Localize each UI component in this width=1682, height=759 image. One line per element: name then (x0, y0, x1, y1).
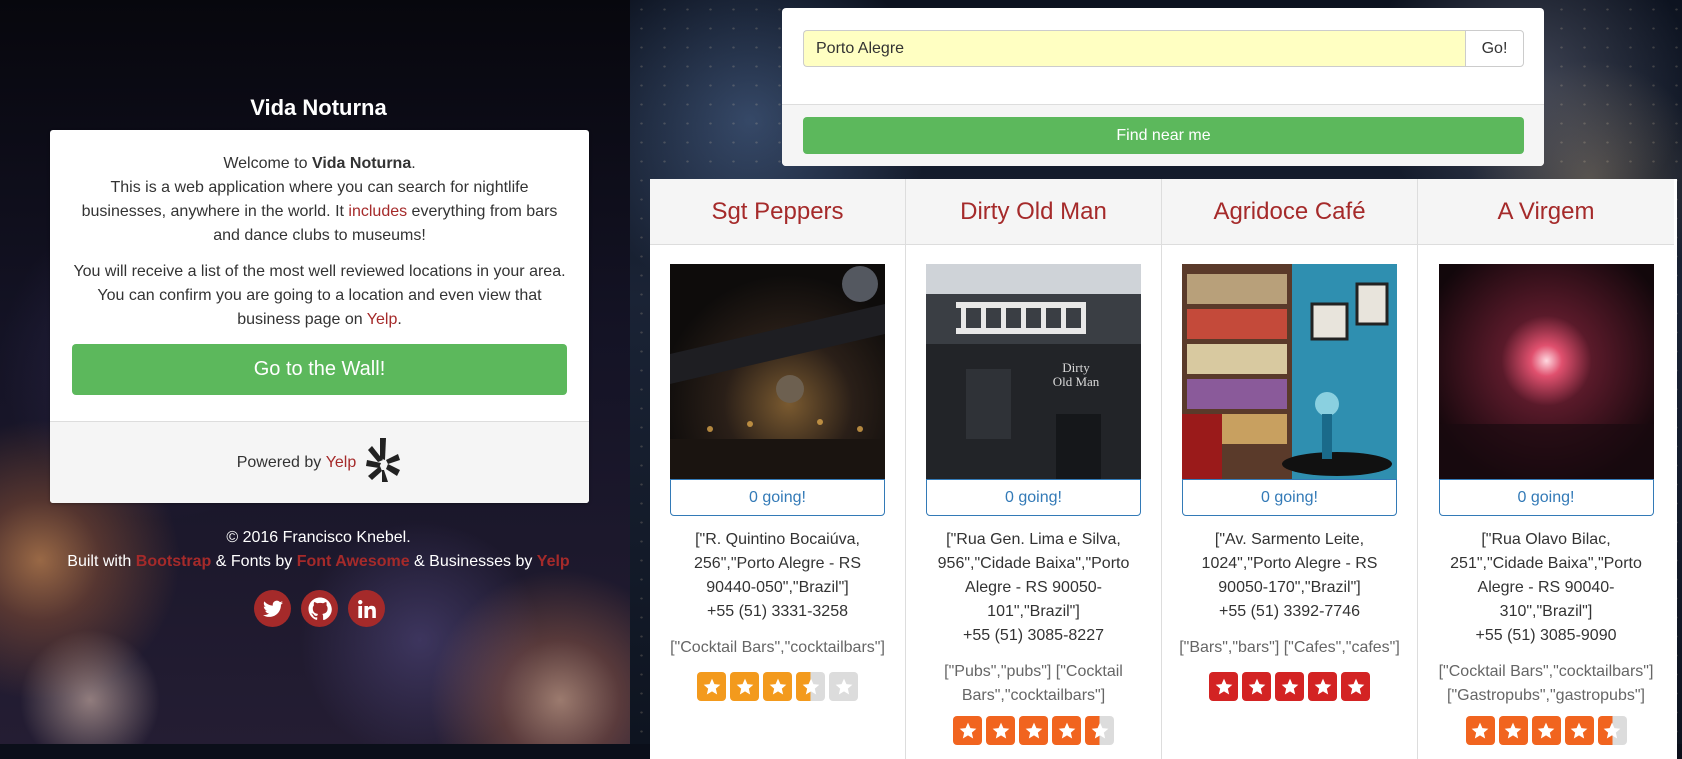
go-button[interactable]: Go! (1465, 30, 1524, 67)
address-text: ["Av. Sarmento Leite, 1024","Porto Alegr… (1201, 531, 1378, 596)
phone-text: +55 (51) 3085-8227 (963, 627, 1104, 644)
star-rating (1162, 672, 1417, 701)
phone-text: +55 (51) 3331-3258 (707, 603, 848, 620)
intro-paragraph: Welcome to Vida Noturna. This is a web a… (72, 152, 567, 248)
fonts-by-label: & Fonts by (211, 553, 297, 570)
star-icon (953, 716, 982, 745)
business-address: ["Rua Gen. Lima e Silva, 956","Cidade Ba… (906, 528, 1161, 648)
list-paragraph: You will receive a list of the most well… (72, 260, 567, 332)
star-icon (1531, 716, 1561, 745)
phone-text: +55 (51) 3392-7746 (1219, 603, 1360, 620)
includes-link[interactable]: includes (348, 203, 407, 220)
business-name-link[interactable]: Dirty Old Man (960, 198, 1107, 226)
yelp-burst-icon (364, 436, 402, 489)
welcome-brand: Vida Noturna (311, 155, 412, 172)
built-with-line: Built with Bootstrap & Fonts by Font Awe… (47, 550, 590, 574)
business-header: A Virgem (1418, 179, 1674, 245)
star-icon (1341, 672, 1370, 701)
powered-yelp-link[interactable]: Yelp (326, 454, 357, 472)
business-card: A Virgem 0 going! ["Rua Olavo Bilac, 251… (1418, 179, 1674, 759)
twitter-icon[interactable] (254, 590, 291, 627)
credits-yelp-link[interactable]: Yelp (537, 553, 570, 570)
star-icon (1085, 716, 1114, 745)
business-categories: ["Cocktail Bars","cocktailbars"] ["Gastr… (1438, 663, 1654, 704)
going-button[interactable]: 0 going! (926, 479, 1141, 516)
search-row: Go! (803, 30, 1524, 67)
list-text: You will receive a list of the most well… (73, 263, 566, 328)
welcome-card: Welcome to Vida Noturna. This is a web a… (50, 130, 589, 503)
business-photo[interactable]: Dirty Old Man (926, 264, 1141, 479)
star-icon (1564, 716, 1594, 745)
business-address: ["R. Quintino Bocaiúva, 256","Porto Aleg… (650, 528, 905, 624)
star-icon (1052, 716, 1081, 745)
find-near-me-button[interactable]: Find near me (803, 117, 1524, 154)
powered-by-footer: Powered by Yelp (50, 421, 589, 503)
star-rating (650, 672, 905, 701)
star-icon (697, 672, 726, 701)
star-icon (1209, 672, 1238, 701)
going-button[interactable]: 0 going! (670, 479, 885, 516)
address-text: ["R. Quintino Bocaiúva, 256","Porto Aleg… (694, 531, 861, 596)
businesses-by-label: & Businesses by (409, 553, 537, 570)
go-to-wall-button[interactable]: Go to the Wall! (72, 344, 567, 395)
credits: © 2016 Francisco Knebel. Built with Boot… (47, 526, 590, 574)
svg-text:Old Man: Old Man (1053, 374, 1100, 389)
business-photo[interactable] (1438, 264, 1654, 479)
site-title: Vida Noturna (250, 95, 387, 120)
linkedin-icon[interactable] (348, 590, 385, 627)
address-text: ["Rua Gen. Lima e Silva, 956","Cidade Ba… (937, 531, 1130, 620)
font-awesome-link[interactable]: Font Awesome (297, 553, 410, 570)
star-icon (1308, 672, 1337, 701)
address-text: ["Rua Olavo Bilac, 251","Cidade Baixa","… (1450, 531, 1642, 620)
business-card: Dirty Old Man Dirty Old Man 0 going! ["R… (906, 179, 1162, 759)
results-grid: Sgt Peppers 0 going! ["R. Quintino Bocai… (650, 179, 1677, 759)
powered-by-label: Powered by (236, 453, 322, 471)
business-header: Agridoce Café (1162, 179, 1417, 245)
social-links (254, 590, 385, 627)
location-search-input[interactable] (803, 30, 1465, 67)
business-name-link[interactable]: A Virgem (1498, 198, 1595, 226)
business-header: Dirty Old Man (906, 179, 1161, 245)
star-icon (796, 672, 825, 701)
built-with-label: Built with (67, 553, 136, 570)
github-icon[interactable] (301, 590, 338, 627)
business-card: Sgt Peppers 0 going! ["R. Quintino Bocai… (650, 179, 906, 759)
star-rating (906, 716, 1161, 745)
star-icon (763, 672, 792, 701)
star-rating (1418, 716, 1674, 745)
star-icon (1275, 672, 1304, 701)
going-button[interactable]: 0 going! (1438, 479, 1654, 516)
copyright: © 2016 Francisco Knebel. (226, 529, 411, 546)
business-address: ["Av. Sarmento Leite, 1024","Porto Alegr… (1162, 528, 1417, 624)
welcome-suffix: . (411, 155, 416, 172)
business-categories: ["Cocktail Bars","cocktailbars"] (670, 639, 885, 656)
star-icon (730, 672, 759, 701)
star-icon (829, 672, 858, 701)
star-icon (1019, 716, 1048, 745)
business-categories: ["Bars","bars"] ["Cafes","cafes"] (1179, 639, 1400, 656)
business-address: ["Rua Olavo Bilac, 251","Cidade Baixa","… (1418, 528, 1674, 648)
bootstrap-link[interactable]: Bootstrap (136, 553, 212, 570)
yelp-link[interactable]: Yelp (367, 311, 398, 328)
star-icon (986, 716, 1015, 745)
business-name-link[interactable]: Sgt Peppers (711, 198, 843, 226)
svg-text:Dirty: Dirty (1062, 360, 1090, 375)
welcome-text: Welcome to Vida Noturna. This is a web a… (50, 130, 589, 395)
going-button[interactable]: 0 going! (1182, 479, 1397, 516)
business-photo[interactable] (1182, 264, 1397, 479)
star-icon (1597, 716, 1627, 745)
phone-text: +55 (51) 3085-9090 (1475, 627, 1617, 644)
search-panel: Go! Find near me (782, 8, 1544, 166)
business-name-link[interactable]: Agridoce Café (1213, 198, 1365, 226)
business-photo[interactable] (670, 264, 885, 479)
star-icon (1465, 716, 1495, 745)
star-icon (1498, 716, 1528, 745)
business-categories: ["Pubs","pubs"] ["Cocktail Bars","cockta… (944, 663, 1123, 704)
business-header: Sgt Peppers (650, 179, 905, 245)
list-end: . (397, 311, 402, 328)
welcome-prefix: Welcome to (223, 155, 312, 172)
star-icon (1242, 672, 1271, 701)
business-card: Agridoce Café 0 going! ["Av. Sarmento Le… (1162, 179, 1418, 759)
search-footer: Find near me (782, 104, 1544, 166)
